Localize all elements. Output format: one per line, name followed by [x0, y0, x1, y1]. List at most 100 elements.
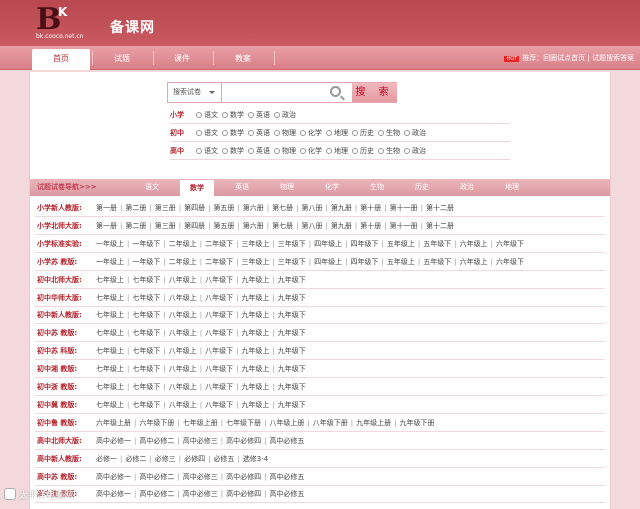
textbook-link[interactable]: 五年级下 — [423, 253, 451, 271]
textbook-link[interactable]: 必修四 — [184, 450, 205, 468]
textbook-link[interactable]: 第七册 — [272, 199, 293, 217]
subject-tab[interactable]: 物理 — [270, 179, 304, 196]
filter-option[interactable]: 历史 — [352, 126, 374, 140]
subject-tab[interactable]: 生物 — [360, 179, 394, 196]
textbook-link[interactable]: 八年级下 — [205, 378, 233, 396]
textbook-link[interactable]: 高中必修三 — [183, 468, 218, 486]
textbook-link[interactable]: 八年级上 — [169, 360, 197, 378]
radio-button[interactable] — [196, 130, 202, 136]
textbook-link[interactable]: 九年级上 — [241, 324, 269, 342]
textbook-link[interactable]: 第三册 — [155, 199, 176, 217]
search-icon[interactable] — [330, 86, 341, 97]
textbook-link[interactable]: 六年级上 — [460, 235, 488, 253]
textbook-link[interactable]: 高中必修三 — [183, 485, 218, 503]
filter-option[interactable]: 英语 — [248, 126, 270, 140]
radio-button[interactable] — [274, 148, 280, 154]
textbook-link[interactable]: 九年级上 — [241, 378, 269, 396]
textbook-link[interactable]: 九年级下 — [278, 271, 306, 289]
textbook-link[interactable]: 九年级下 — [278, 360, 306, 378]
site-logo[interactable]: B K bk.cooco.net.cn 备课网 — [32, 3, 162, 43]
textbook-link[interactable]: 三年级下 — [278, 235, 306, 253]
textbook-link[interactable]: 四年级上 — [314, 253, 342, 271]
textbook-link[interactable]: 七年级上 — [96, 324, 124, 342]
textbook-link[interactable]: 九年级上 — [241, 396, 269, 414]
textbook-link[interactable]: 高中必修四 — [226, 432, 261, 450]
textbook-link[interactable]: 七年级下册 — [226, 414, 261, 432]
textbook-link[interactable]: 高中必修一 — [96, 432, 131, 450]
textbook-link[interactable]: 选修3-4 — [243, 450, 268, 468]
textbook-link[interactable]: 九年级上 — [241, 360, 269, 378]
textbook-link[interactable]: 八年级下 — [205, 289, 233, 307]
textbook-link[interactable]: 五年级上 — [387, 253, 415, 271]
textbook-link[interactable]: 八年级上 — [169, 324, 197, 342]
textbook-link[interactable]: 第七册 — [272, 217, 293, 235]
textbook-link[interactable]: 一年级下 — [132, 253, 160, 271]
filter-option[interactable]: 政治 — [404, 126, 426, 140]
textbook-link[interactable]: 第十一册 — [390, 199, 418, 217]
filter-option[interactable]: 语文 — [196, 126, 218, 140]
radio-button[interactable] — [404, 130, 410, 136]
textbook-link[interactable]: 八年级上册 — [269, 414, 304, 432]
textbook-link[interactable]: 必修三 — [155, 450, 176, 468]
textbook-link[interactable]: 高中必修四 — [226, 468, 261, 486]
textbook-link[interactable]: 七年级下 — [132, 324, 160, 342]
textbook-link[interactable]: 第四册 — [184, 199, 205, 217]
subject-tab[interactable]: 语文 — [135, 179, 169, 196]
textbook-link[interactable]: 八年级下 — [205, 271, 233, 289]
textbook-link[interactable]: 八年级下 — [205, 342, 233, 360]
textbook-link[interactable]: 七年级上 — [96, 396, 124, 414]
nav-tab[interactable]: 课件 — [153, 49, 211, 70]
subject-tab[interactable]: 化学 — [315, 179, 349, 196]
filter-option[interactable]: 英语 — [248, 144, 270, 158]
filter-option[interactable]: 数学 — [222, 144, 244, 158]
promo-link[interactable]: 试题搜索答案 — [592, 54, 634, 62]
textbook-link[interactable]: 七年级下 — [132, 396, 160, 414]
textbook-link[interactable]: 高中必修一 — [96, 485, 131, 503]
textbook-link[interactable]: 第十册 — [360, 217, 381, 235]
filter-option[interactable]: 地理 — [326, 144, 348, 158]
textbook-link[interactable]: 五年级上 — [387, 235, 415, 253]
textbook-link[interactable]: 高中必修二 — [139, 485, 174, 503]
textbook-link[interactable]: 第六册 — [243, 217, 264, 235]
textbook-link[interactable]: 八年级下 — [205, 360, 233, 378]
textbook-link[interactable]: 必修二 — [125, 450, 146, 468]
textbook-link[interactable]: 一年级上 — [96, 235, 124, 253]
textbook-link[interactable]: 第九册 — [331, 199, 352, 217]
search-button[interactable]: 搜 索 — [352, 83, 397, 102]
textbook-link[interactable]: 八年级下 — [205, 324, 233, 342]
radio-button[interactable] — [196, 112, 202, 118]
textbook-link[interactable]: 二年级下 — [205, 235, 233, 253]
radio-button[interactable] — [222, 112, 228, 118]
textbook-link[interactable]: 八年级上 — [169, 271, 197, 289]
textbook-link[interactable]: 第四册 — [184, 217, 205, 235]
textbook-link[interactable]: 第三册 — [155, 217, 176, 235]
textbook-link[interactable]: 八年级上 — [169, 289, 197, 307]
textbook-link[interactable]: 第十一册 — [390, 217, 418, 235]
textbook-link[interactable]: 九年级下 — [278, 289, 306, 307]
filter-option[interactable]: 物理 — [274, 126, 296, 140]
textbook-link[interactable]: 高中必修五 — [269, 468, 304, 486]
radio-button[interactable] — [248, 112, 254, 118]
textbook-link[interactable]: 四年级下 — [351, 235, 379, 253]
textbook-link[interactable]: 第六册 — [243, 199, 264, 217]
textbook-link[interactable]: 高中必修二 — [139, 432, 174, 450]
textbook-link[interactable]: 一年级上 — [96, 253, 124, 271]
textbook-link[interactable]: 四年级下 — [351, 253, 379, 271]
textbook-link[interactable]: 七年级上 — [96, 271, 124, 289]
filter-option[interactable]: 政治 — [404, 144, 426, 158]
textbook-link[interactable]: 二年级上 — [169, 235, 197, 253]
nav-tab[interactable]: 首页 — [32, 49, 90, 70]
radio-button[interactable] — [222, 148, 228, 154]
textbook-link[interactable]: 高中必修五 — [269, 432, 304, 450]
textbook-link[interactable]: 第十册 — [360, 199, 381, 217]
textbook-link[interactable]: 六年级上册 — [96, 414, 131, 432]
textbook-link[interactable]: 七年级下 — [132, 360, 160, 378]
subject-tab[interactable]: 政治 — [450, 179, 484, 196]
textbook-link[interactable]: 八年级下册 — [313, 414, 348, 432]
textbook-link[interactable]: 必修一 — [96, 450, 117, 468]
textbook-link[interactable]: 九年级上册 — [356, 414, 391, 432]
radio-button[interactable] — [248, 148, 254, 154]
textbook-link[interactable]: 一年级下 — [132, 235, 160, 253]
textbook-link[interactable]: 四年级上 — [314, 235, 342, 253]
promo-link[interactable]: 回圈试点首页 — [543, 54, 585, 62]
